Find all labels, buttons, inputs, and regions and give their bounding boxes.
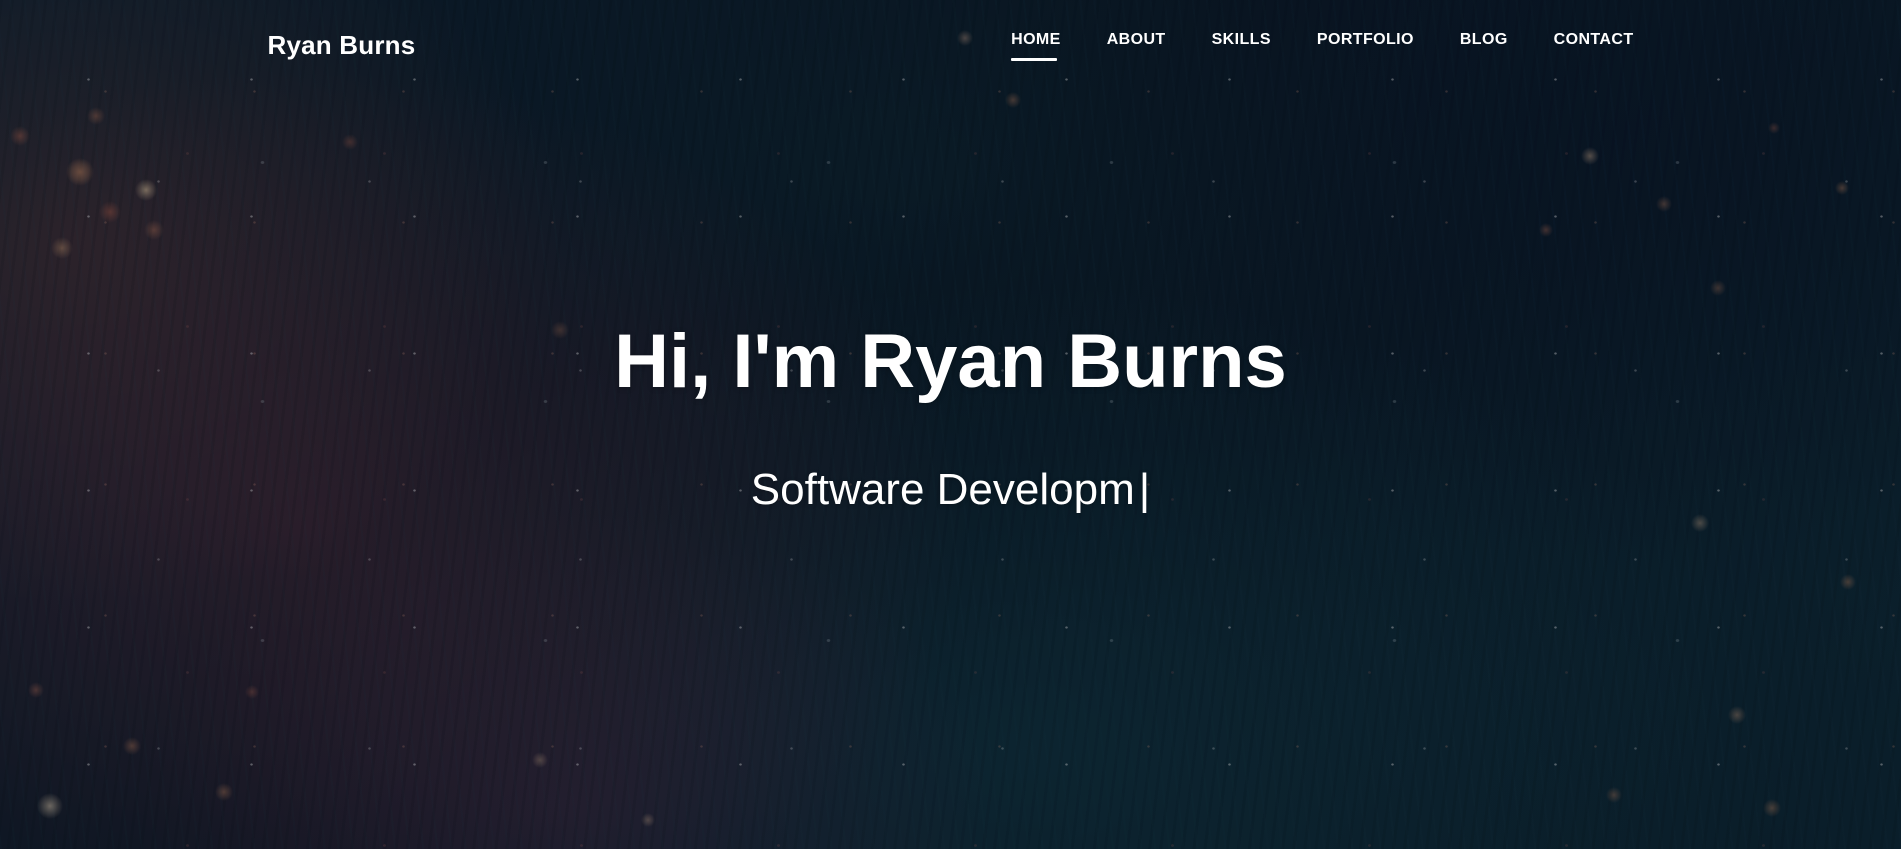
site-header: Ryan Burns HOME ABOUT SKILLS PORTFOLIO B… [0, 0, 1901, 61]
header-container: Ryan Burns HOME ABOUT SKILLS PORTFOLIO B… [264, 0, 1638, 61]
main-nav: HOME ABOUT SKILLS PORTFOLIO BLOG CONTACT [1011, 31, 1633, 61]
nav-item-contact[interactable]: CONTACT [1554, 31, 1634, 49]
nav-item-home[interactable]: HOME [1011, 31, 1061, 61]
typed-subtitle: Software Developm| [0, 461, 1901, 518]
nav-item-blog[interactable]: BLOG [1460, 31, 1508, 49]
typed-text: Software Developm [750, 465, 1135, 515]
site-logo[interactable]: Ryan Burns [268, 30, 416, 61]
hero-section: Ryan Burns HOME ABOUT SKILLS PORTFOLIO B… [0, 0, 1901, 849]
hero-heading: Hi, I'm Ryan Burns [614, 319, 1287, 404]
typing-cursor: | [1138, 465, 1151, 515]
hero-content: Hi, I'm Ryan Burns Software Developm| [0, 0, 1901, 519]
nav-item-portfolio[interactable]: PORTFOLIO [1317, 31, 1414, 49]
nav-item-skills[interactable]: SKILLS [1212, 31, 1271, 49]
nav-item-about[interactable]: ABOUT [1107, 31, 1166, 49]
